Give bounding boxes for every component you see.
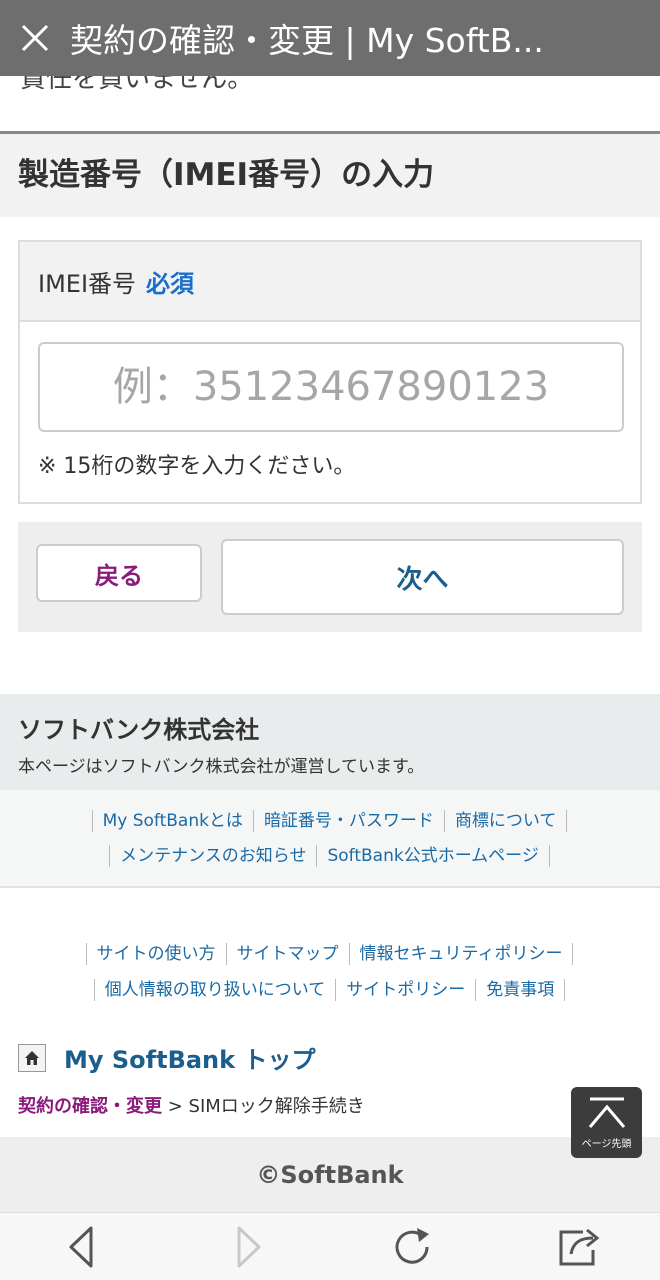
breadcrumb: 契約の確認・変更 > SIMロック解除手続き [18,1092,365,1118]
footer-link[interactable]: サイトポリシー [335,979,477,1001]
back-nav-button[interactable] [52,1221,112,1273]
footer-link[interactable]: 個人情報の取り扱いについて [93,979,337,1001]
footer-links-primary: My SoftBankとは 暗証番号・パスワード 商標について メンテナンスのお… [0,790,660,888]
breadcrumb-link[interactable]: 契約の確認・変更 [18,1096,162,1117]
footer-link[interactable]: 免責事項 [475,979,566,1001]
share-button[interactable] [548,1221,608,1273]
link-row: メンテナンスのお知らせ SoftBank公式ホームページ [0,845,660,867]
footer-link[interactable]: SoftBank公式ホームページ [316,845,550,867]
link-row: 個人情報の取り扱いについて サイトポリシー 免責事項 [0,979,660,1001]
breadcrumb-current: SIMロック解除手続き [188,1096,365,1117]
corp-name: ソフトバンク株式会社 [18,716,260,744]
home-link[interactable]: My SoftBank トップ [18,1040,315,1075]
link-row: サイトの使い方 サイトマップ 情報セキュリティポリシー [0,943,660,965]
link-row: My SoftBankとは 暗証番号・パスワード 商標について [0,810,660,832]
required-badge: 必須 [146,269,195,298]
imei-note: ※ 15桁の数字を入力ください。 [38,454,356,479]
breadcrumb-separator: > [162,1096,189,1117]
imei-label: IMEI番号 [38,269,137,298]
forward-arrow-icon [237,1226,261,1268]
home-link-label: My SoftBank トップ [64,1046,316,1074]
copyright-footer: ©SoftBank [0,1137,660,1212]
reload-icon [395,1228,429,1264]
copyright-text: ©SoftBank [256,1160,404,1189]
browser-top-bar: 契約の確認・変更 | My SoftB... [0,0,660,76]
share-icon [559,1228,600,1266]
button-area: 戻る 次へ [18,522,642,632]
close-icon [21,24,49,52]
reload-button[interactable] [382,1221,442,1273]
home-icon [18,1043,46,1072]
footer-link[interactable]: 暗証番号・パスワード [252,810,445,832]
footer-link[interactable]: 商標について [443,810,568,832]
back-arrow-icon [69,1226,93,1268]
footer-link[interactable]: My SoftBankとは [91,810,254,832]
imei-form: IMEI番号 必須 ※ 15桁の数字を入力ください。 [18,240,642,504]
section-title: 製造番号（IMEI番号）の入力 [18,157,435,193]
forward-nav-button[interactable] [218,1221,278,1273]
close-button[interactable] [0,0,70,76]
browser-title: 契約の確認・変更 | My SoftB... [70,21,544,60]
footer-link[interactable]: サイトマップ [225,943,350,965]
footer-link[interactable]: 情報セキュリティポリシー [348,943,574,965]
form-label-row: IMEI番号 必須 [20,242,640,322]
corp-info: ソフトバンク株式会社 本ページはソフトバンク株式会社が運営しています。 [0,694,660,790]
footer-link[interactable]: メンテナンスのお知らせ [109,845,318,867]
page-top-button[interactable]: ページ先頭 [571,1087,642,1158]
chevron-up-icon [588,1097,625,1128]
back-button[interactable]: 戻る [36,544,202,602]
corp-desc: 本ページはソフトバンク株式会社が運営しています。 [18,757,425,777]
footer-link[interactable]: サイトの使い方 [85,943,227,965]
section-header: 製造番号（IMEI番号）の入力 [0,131,660,217]
imei-input[interactable] [38,342,624,432]
page-top-label: ページ先頭 [581,1139,632,1150]
browser-bottom-bar [0,1212,660,1280]
next-button[interactable]: 次へ [221,539,624,615]
